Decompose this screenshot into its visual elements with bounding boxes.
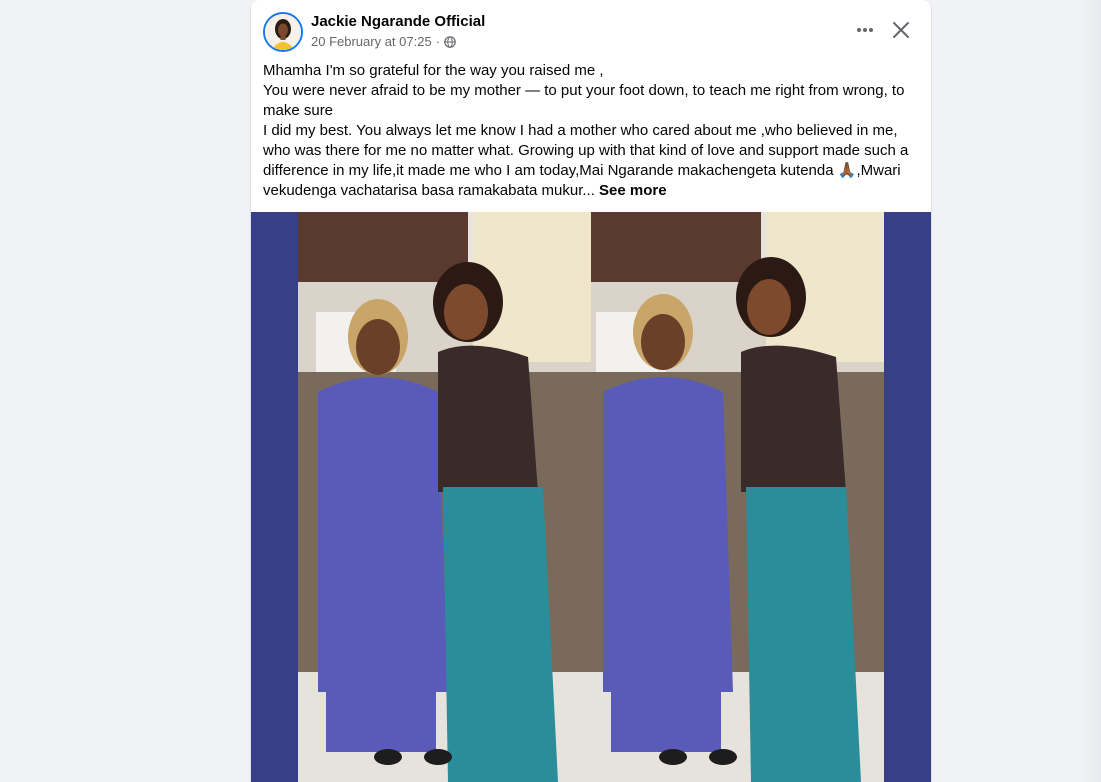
globe-icon[interactable] bbox=[444, 35, 456, 48]
post-text-line: I did my best. You always let me know I … bbox=[263, 122, 909, 179]
praying-hands-emoji: 🙏🏾 bbox=[837, 162, 857, 179]
avatar-image bbox=[265, 14, 301, 50]
post-text-paragraph: I did my best. You always let me know I … bbox=[263, 121, 923, 201]
photo-right[interactable] bbox=[591, 212, 884, 782]
see-more-link[interactable]: See more bbox=[599, 182, 667, 199]
post-meta: 20 February at 07:25 · bbox=[311, 34, 456, 49]
more-options-icon bbox=[857, 28, 873, 32]
more-options-button[interactable] bbox=[849, 14, 881, 46]
post-text-line: Mhamha I'm so grateful for the way you r… bbox=[263, 62, 604, 79]
post-timestamp[interactable]: 20 February at 07:25 bbox=[311, 34, 432, 49]
page: Jackie Ngarande Official 20 February at … bbox=[0, 0, 1101, 782]
author-name[interactable]: Jackie Ngarande Official bbox=[311, 13, 485, 30]
post-header: Jackie Ngarande Official 20 February at … bbox=[251, 0, 931, 60]
avatar[interactable] bbox=[263, 12, 303, 52]
photo-left[interactable] bbox=[298, 212, 591, 782]
post-card: Jackie Ngarande Official 20 February at … bbox=[251, 0, 931, 782]
post-photo-area[interactable] bbox=[251, 212, 931, 782]
scroll-shade bbox=[1083, 0, 1101, 782]
close-button[interactable] bbox=[885, 14, 917, 46]
post-text: Mhamha I'm so grateful for the way you r… bbox=[263, 61, 923, 201]
meta-separator: · bbox=[435, 34, 441, 49]
post-text-line: You were never afraid to be my mother — … bbox=[263, 82, 905, 119]
close-icon bbox=[893, 22, 909, 38]
photo-left-image bbox=[298, 212, 591, 782]
photo-right-image bbox=[591, 212, 884, 782]
